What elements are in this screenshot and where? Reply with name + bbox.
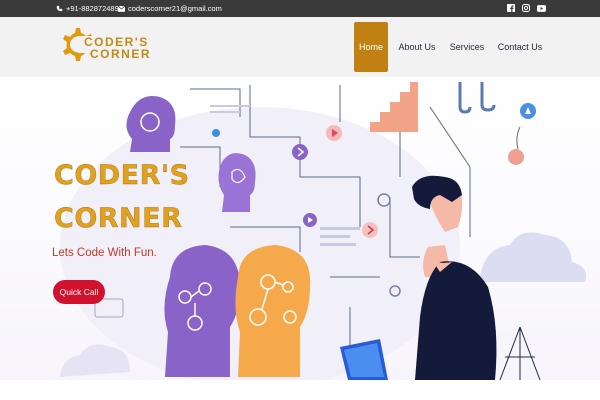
nav-contact-us[interactable]: Contact Us [496, 22, 544, 72]
hero-title-line-2: CORNER [54, 203, 183, 234]
instagram-icon [522, 4, 530, 12]
youtube-icon [536, 4, 546, 12]
logo-text: CODER'S CORNER [84, 36, 151, 60]
head-silhouette [126, 96, 176, 152]
facebook-link[interactable] [506, 3, 516, 13]
phone-icon [56, 5, 63, 12]
phone-number: +91-8828724893 [66, 4, 123, 13]
email-contact[interactable]: coderscorner21@gmail.com [118, 4, 222, 13]
nav-arrow-icon [292, 144, 308, 160]
phone-contact[interactable]: +91-8828724893 [56, 4, 123, 13]
stairs-shape [370, 82, 418, 132]
hero-banner: CODER'S CORNER Lets Code With Fun. Quick… [0, 77, 600, 380]
mail-icon [118, 5, 125, 12]
cloud-shape [480, 232, 587, 282]
cloud-shape [60, 344, 130, 377]
hero-title-line-1: CODER'S [54, 160, 190, 191]
youtube-link[interactable] [536, 3, 546, 13]
quick-call-button[interactable]: Quick Call [53, 280, 105, 304]
hero-tagline: Lets Code With Fun. [52, 247, 157, 259]
site-header: CODER'S CORNER Home About Us Services Co… [0, 17, 600, 77]
instagram-link[interactable] [521, 3, 531, 13]
nav-services[interactable]: Services [446, 22, 488, 72]
email-address: coderscorner21@gmail.com [128, 4, 222, 13]
head-silhouette [164, 245, 240, 377]
site-logo[interactable]: CODER'S CORNER [56, 22, 166, 70]
nav-arrow-icon [362, 222, 378, 238]
nav-home[interactable]: Home [354, 22, 388, 72]
head-silhouette [235, 245, 311, 377]
nav-about-us[interactable]: About Us [394, 22, 440, 72]
facebook-icon [507, 4, 515, 12]
logo-line-2: CORNER [90, 47, 152, 61]
top-bar: +91-8828724893 coderscorner21@gmail.com [0, 0, 600, 17]
page-bottom-strip [0, 380, 600, 400]
